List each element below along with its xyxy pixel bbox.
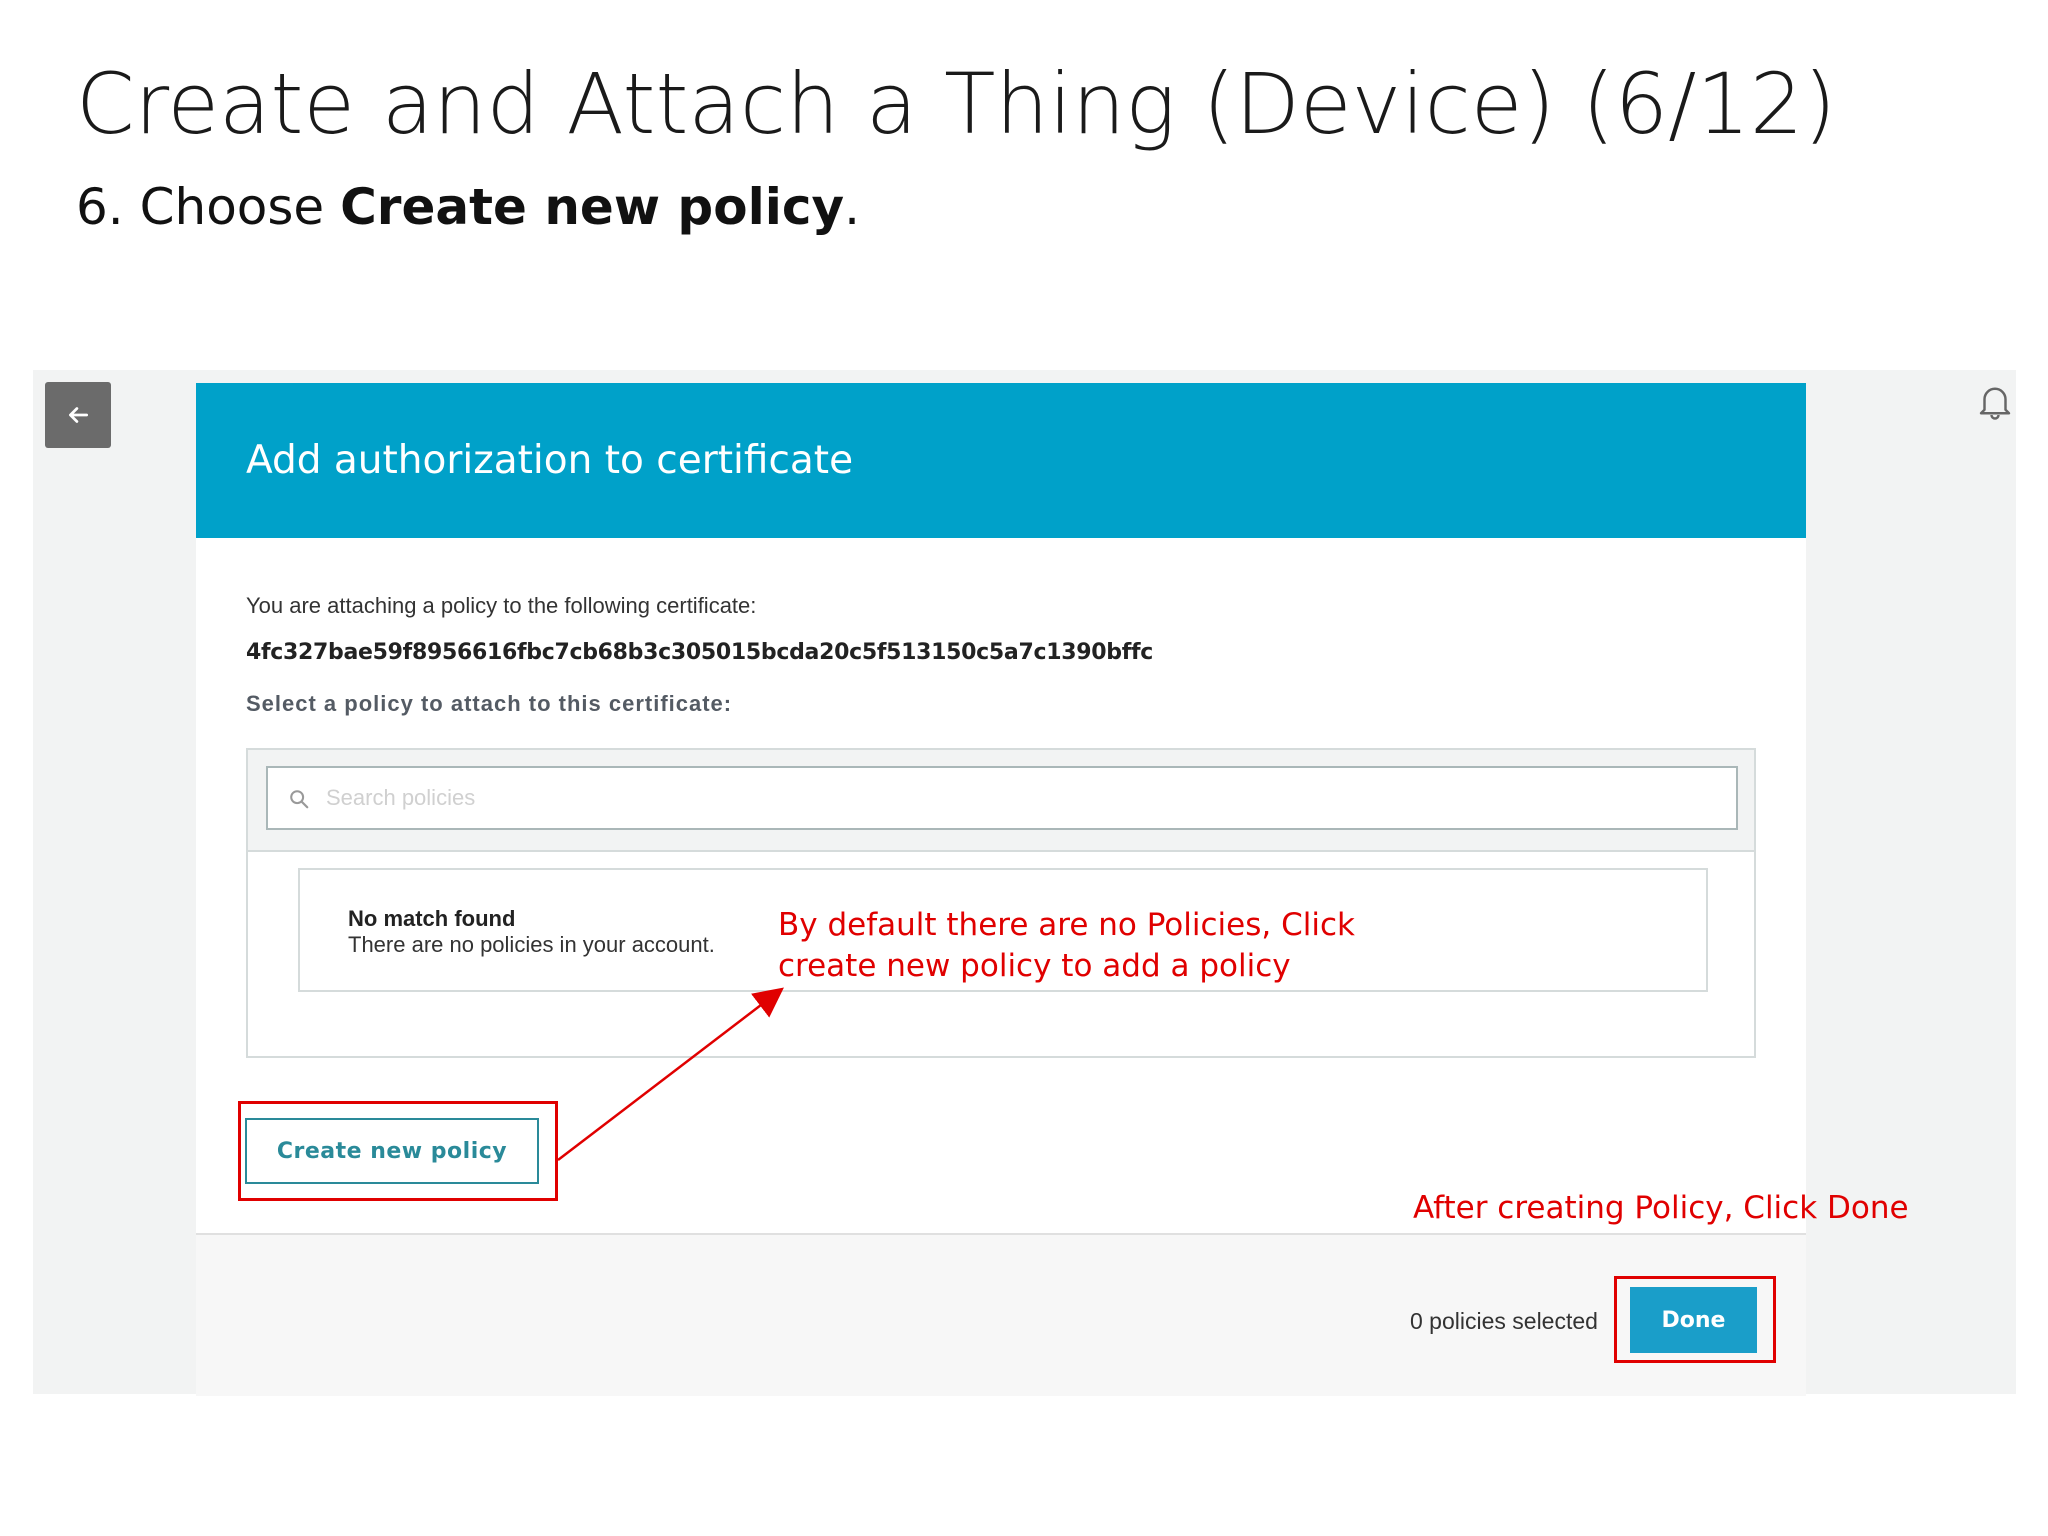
- select-policy-label: Select a policy to attach to this certif…: [246, 691, 733, 716]
- policy-list-box: No match found There are no policies in …: [246, 748, 1756, 1058]
- slide-subtitle: 6. Choose Create new policy.: [76, 178, 860, 236]
- search-input[interactable]: [266, 766, 1738, 830]
- back-button[interactable]: [45, 382, 111, 448]
- subtitle-suffix: .: [844, 178, 860, 236]
- modal-header: Add authorization to certificate: [196, 383, 1806, 538]
- no-match-description: There are no policies in your account.: [348, 932, 715, 957]
- annotation-default-no-policies: By default there are no Policies, Click …: [778, 907, 1355, 984]
- no-match-title: No match found: [348, 906, 516, 931]
- bell-icon[interactable]: [1974, 380, 2016, 422]
- search-strip: [248, 750, 1754, 852]
- done-button-highlight: [1614, 1276, 1776, 1363]
- subtitle-prefix: 6. Choose: [76, 178, 341, 236]
- annotation-click-done: After creating Policy, Click Done: [1413, 1190, 1909, 1226]
- intro-text: You are attaching a policy to the follow…: [246, 593, 757, 618]
- certificate-id: 4fc327bae59f8956616fbc7cb68b3c305015bcda…: [246, 640, 1153, 665]
- arrow-left-icon: [69, 407, 89, 423]
- policies-selected-count: 0 policies selected: [1410, 1308, 1598, 1334]
- subtitle-bold: Create new policy: [340, 178, 845, 236]
- slide-title: Create and Attach a Thing (Device) (6/12…: [76, 55, 1837, 153]
- modal-title: Add authorization to certificate: [246, 438, 854, 483]
- search-icon: [290, 790, 309, 809]
- create-button-highlight: [238, 1101, 558, 1201]
